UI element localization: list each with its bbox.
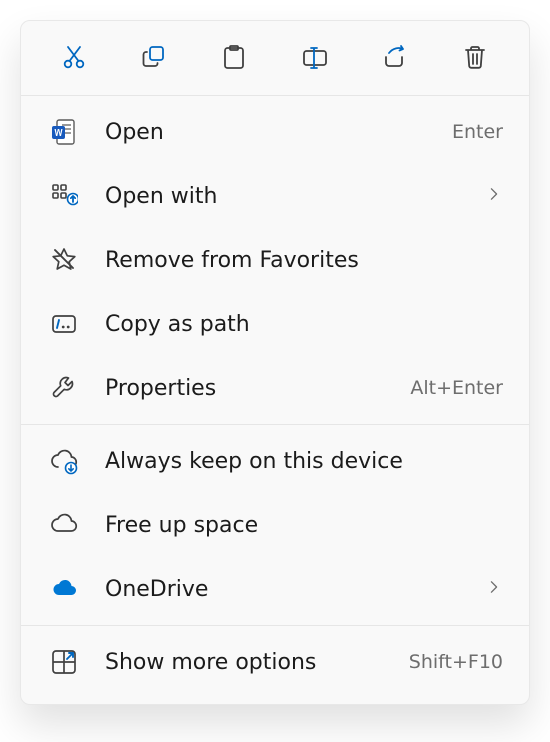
menu-item-label: Open with (105, 184, 485, 209)
paste-button[interactable] (211, 39, 259, 81)
copy-button[interactable] (131, 39, 179, 81)
rename-button[interactable] (291, 39, 339, 81)
menu-item-label: OneDrive (105, 577, 485, 602)
menu-item-label: Show more options (105, 650, 409, 675)
menu-item-label: Properties (105, 376, 410, 401)
copy-icon (141, 44, 169, 76)
share-icon (381, 44, 409, 76)
menu-item-properties[interactable]: Properties Alt+Enter (21, 356, 529, 420)
chevron-right-icon (485, 185, 503, 207)
menu-item-shortcut: Enter (452, 121, 503, 143)
quick-action-toolbar (21, 27, 529, 96)
word-doc-icon (47, 115, 81, 149)
menu-item-copy-path[interactable]: Copy as path (21, 292, 529, 356)
onedrive-icon (47, 572, 81, 606)
menu-item-label: Open (105, 120, 452, 145)
menu-item-label: Remove from Favorites (105, 248, 503, 273)
cloud-icon (47, 508, 81, 542)
rename-icon (301, 44, 329, 76)
menu-item-label: Always keep on this device (105, 449, 503, 474)
cut-button[interactable] (51, 39, 99, 81)
menu-item-more-options[interactable]: Show more options Shift+F10 (21, 630, 529, 694)
delete-icon (461, 44, 489, 76)
open-with-icon (47, 179, 81, 213)
menu-item-free-space[interactable]: Free up space (21, 493, 529, 557)
delete-button[interactable] (451, 39, 499, 81)
menu-section: Always keep on this device Free up space… (21, 425, 529, 626)
chevron-right-icon (485, 578, 503, 600)
menu-item-label: Free up space (105, 513, 503, 538)
context-menu: Open Enter Open with Remove from Favorit… (20, 20, 530, 705)
menu-item-onedrive[interactable]: OneDrive (21, 557, 529, 621)
more-options-icon (47, 645, 81, 679)
menu-item-keep-device[interactable]: Always keep on this device (21, 429, 529, 493)
menu-section: Open Enter Open with Remove from Favorit… (21, 96, 529, 425)
menu-item-label: Copy as path (105, 312, 503, 337)
menu-item-remove-favorite[interactable]: Remove from Favorites (21, 228, 529, 292)
copy-path-icon (47, 307, 81, 341)
share-button[interactable] (371, 39, 419, 81)
star-remove-icon (47, 243, 81, 277)
menu-item-shortcut: Alt+Enter (410, 377, 503, 399)
menu-item-open[interactable]: Open Enter (21, 100, 529, 164)
menu-item-open-with[interactable]: Open with (21, 164, 529, 228)
cut-icon (61, 44, 89, 76)
cloud-keep-icon (47, 444, 81, 478)
menu-section: Show more options Shift+F10 (21, 626, 529, 698)
wrench-icon (47, 371, 81, 405)
menu-item-shortcut: Shift+F10 (409, 651, 503, 673)
paste-icon (221, 44, 249, 76)
